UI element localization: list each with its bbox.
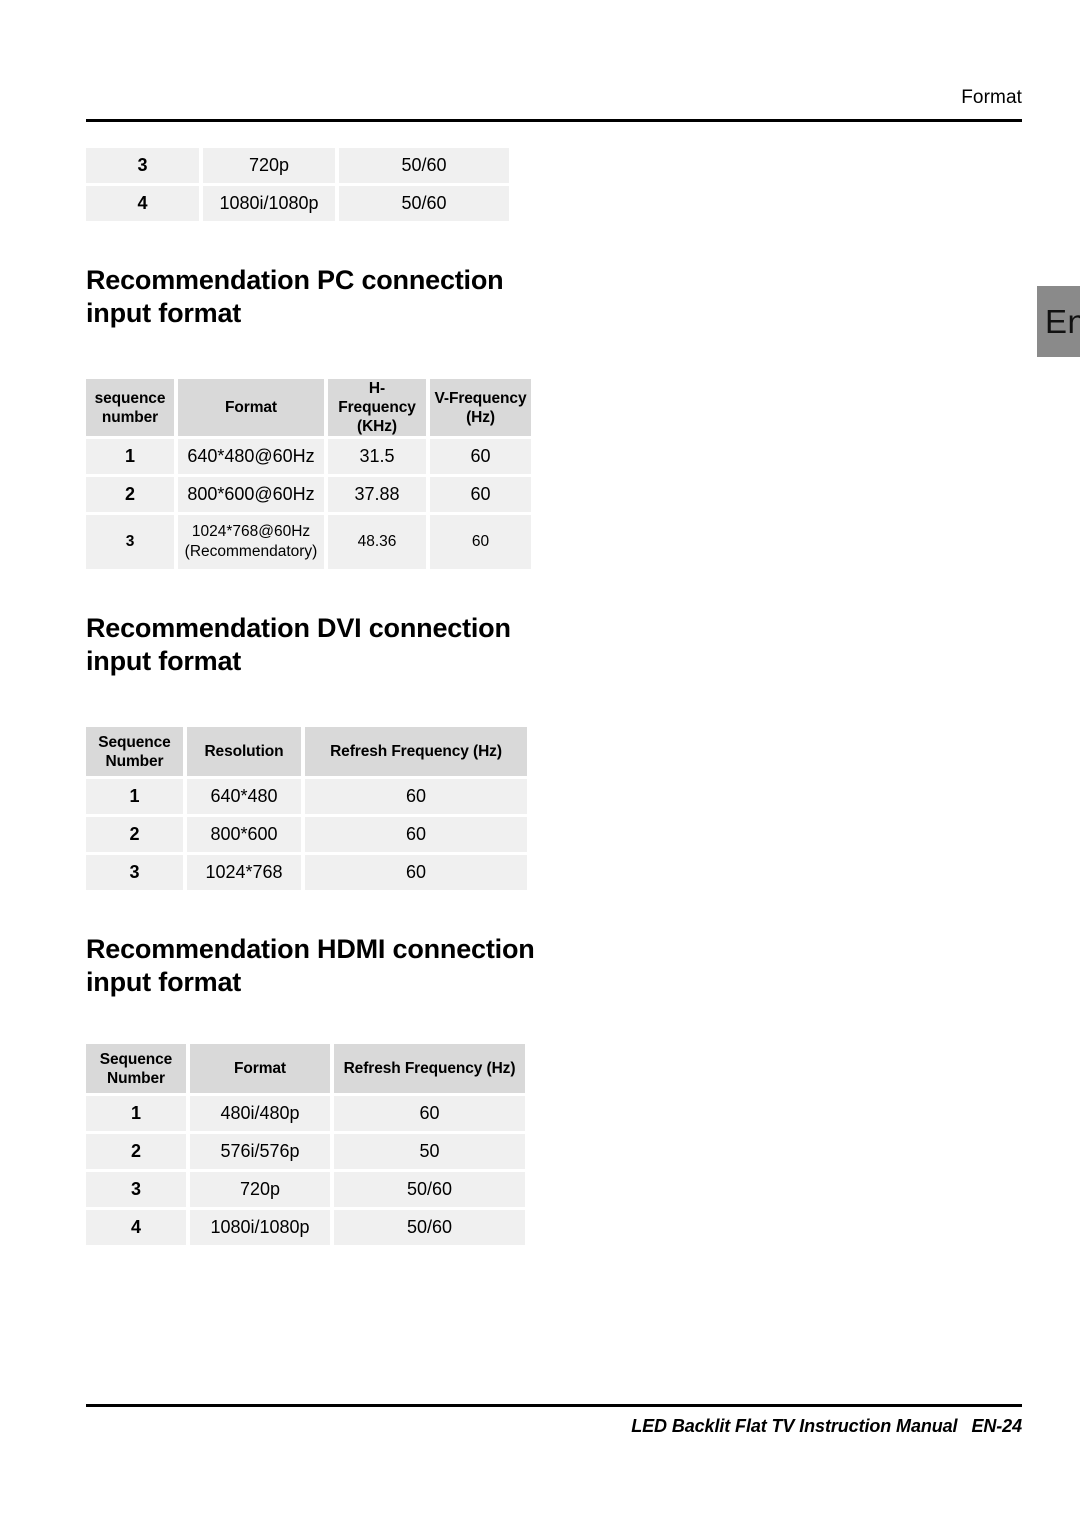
- cell-h-frequency: 31.5: [328, 439, 426, 474]
- col-header-sequence-number: Sequence Number: [86, 1044, 186, 1093]
- continued-format-table: 3 720p 50/60 4 1080i/1080p 50/60: [82, 145, 513, 224]
- cell-format: 720p: [190, 1172, 330, 1207]
- footer-rule: [86, 1404, 1022, 1407]
- page-header: Format: [86, 86, 1022, 122]
- footer-manual-title: LED Backlit Flat TV Instruction Manual: [631, 1416, 958, 1436]
- table-row: 4 1080i/1080p 50/60: [86, 186, 509, 221]
- pc-input-format-table: sequence number Format H-Frequency (KHz)…: [82, 376, 535, 572]
- cell-format: 640*480@60Hz: [178, 439, 324, 474]
- cell-resolution: 1024*768: [187, 855, 301, 890]
- cell-resolution: 800*600: [187, 817, 301, 852]
- cell-sequence: 1: [86, 1096, 186, 1131]
- table-row: 3 1024*768 60: [86, 855, 527, 890]
- cell-refresh: 50/60: [334, 1172, 525, 1207]
- cell-format: 1024*768@60Hz (Recommendatory): [178, 515, 324, 569]
- col-header-format: Format: [178, 379, 324, 436]
- cell-resolution: 640*480: [187, 779, 301, 814]
- cell-format: 720p: [203, 148, 335, 183]
- table-row: 3 720p 50/60: [86, 148, 509, 183]
- cell-v-frequency: 60: [430, 439, 531, 474]
- cell-sequence: 2: [86, 477, 174, 512]
- footer-page-number: EN-24: [971, 1416, 1022, 1436]
- document-page: Format En 3 720p 50/60 4 1080i/1080p 50/…: [0, 0, 1080, 1524]
- cell-sequence: 3: [86, 515, 174, 569]
- cell-h-frequency: 48.36: [328, 515, 426, 569]
- col-header-v-frequency: V-Frequency (Hz): [430, 379, 531, 436]
- cell-v-frequency: 60: [430, 515, 531, 569]
- cell-format: 576i/576p: [190, 1134, 330, 1169]
- section-title-dvi: Recommendation DVI connection input form…: [86, 613, 511, 676]
- section-title-hdmi: Recommendation HDMI connection input for…: [86, 934, 535, 997]
- table-row: 4 1080i/1080p 50/60: [86, 1210, 525, 1245]
- header-rule: [86, 119, 1022, 122]
- cell-sequence: 2: [86, 1134, 186, 1169]
- cell-refresh: 60: [305, 817, 527, 852]
- cell-sequence: 1: [86, 779, 183, 814]
- cell-h-frequency: 37.88: [328, 477, 426, 512]
- cell-refresh: 60: [305, 779, 527, 814]
- table-row: 3 1024*768@60Hz (Recommendatory) 48.36 6…: [86, 515, 531, 569]
- table-row: 3 720p 50/60: [86, 1172, 525, 1207]
- col-header-refresh-frequency: Refresh Frequency (Hz): [334, 1044, 525, 1093]
- col-header-resolution: Resolution: [187, 727, 301, 776]
- cell-format: 1080i/1080p: [203, 186, 335, 221]
- table-header-row: Sequence Number Format Refresh Frequency…: [86, 1044, 525, 1093]
- cell-refresh: 50/60: [339, 186, 509, 221]
- page-content: 3 720p 50/60 4 1080i/1080p 50/60 Recomme…: [86, 140, 646, 1248]
- cell-sequence: 4: [86, 186, 199, 221]
- cell-sequence: 2: [86, 817, 183, 852]
- table-row: 1 480i/480p 60: [86, 1096, 525, 1131]
- table-header-row: Sequence Number Resolution Refresh Frequ…: [86, 727, 527, 776]
- cell-refresh: 50/60: [339, 148, 509, 183]
- table-row: 2 800*600 60: [86, 817, 527, 852]
- table-header-row: sequence number Format H-Frequency (KHz)…: [86, 379, 531, 436]
- header-section-label: Format: [961, 87, 1022, 108]
- table-row: 2 576i/576p 50: [86, 1134, 525, 1169]
- cell-v-frequency: 60: [430, 477, 531, 512]
- cell-refresh: 50/60: [334, 1210, 525, 1245]
- section-title-pc: Recommendation PC connection input forma…: [86, 265, 504, 328]
- cell-sequence: 3: [86, 1172, 186, 1207]
- col-header-refresh-frequency: Refresh Frequency (Hz): [305, 727, 527, 776]
- col-header-format: Format: [190, 1044, 330, 1093]
- dvi-input-format-table: Sequence Number Resolution Refresh Frequ…: [82, 724, 531, 893]
- table-row: 1 640*480 60: [86, 779, 527, 814]
- cell-format: 1080i/1080p: [190, 1210, 330, 1245]
- cell-sequence: 1: [86, 439, 174, 474]
- cell-sequence: 3: [86, 855, 183, 890]
- cell-refresh: 60: [334, 1096, 525, 1131]
- cell-format: 480i/480p: [190, 1096, 330, 1131]
- page-footer: LED Backlit Flat TV Instruction Manual EN…: [86, 1413, 1022, 1439]
- table-row: 1 640*480@60Hz 31.5 60: [86, 439, 531, 474]
- cell-refresh: 60: [305, 855, 527, 890]
- cell-sequence: 3: [86, 148, 199, 183]
- col-header-h-frequency: H-Frequency (KHz): [328, 379, 426, 436]
- cell-refresh: 50: [334, 1134, 525, 1169]
- language-tab-en[interactable]: En: [1037, 286, 1080, 357]
- cell-sequence: 4: [86, 1210, 186, 1245]
- col-header-sequence-number: sequence number: [86, 379, 174, 436]
- table-row: 2 800*600@60Hz 37.88 60: [86, 477, 531, 512]
- cell-format: 800*600@60Hz: [178, 477, 324, 512]
- col-header-sequence-number: Sequence Number: [86, 727, 183, 776]
- hdmi-input-format-table: Sequence Number Format Refresh Frequency…: [82, 1041, 529, 1248]
